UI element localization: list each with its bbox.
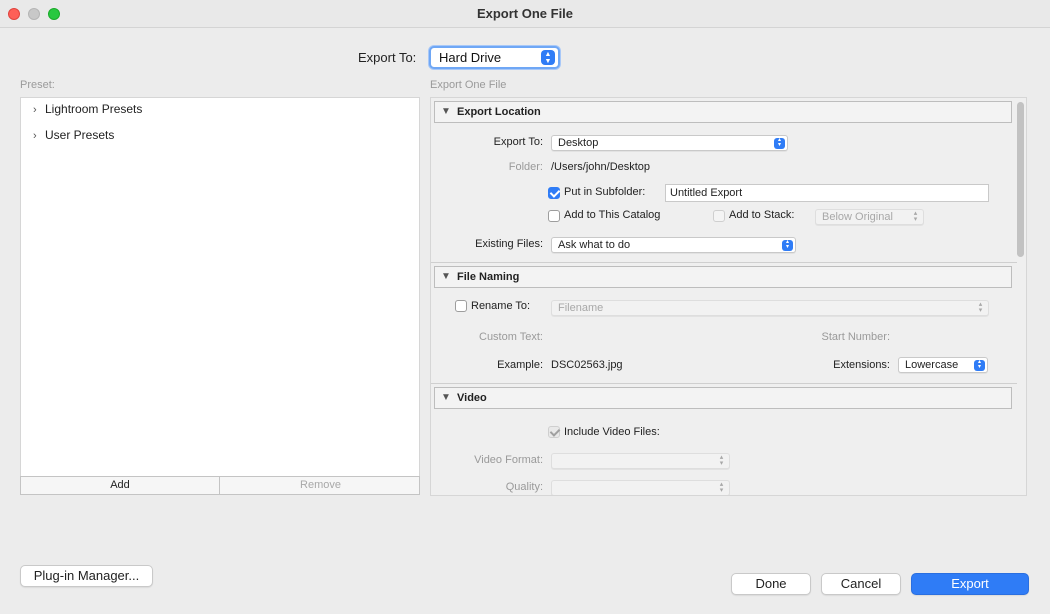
add-to-stack-checkbox[interactable]	[713, 210, 725, 222]
chevron-right-icon: ›	[33, 104, 37, 116]
preset-group-label: Lightroom Presets	[45, 102, 143, 116]
preset-group-lightroom[interactable]: › Lightroom Presets	[33, 102, 142, 116]
rename-to-checkbox[interactable]	[455, 300, 467, 312]
select-stepper-icon: ▴ ▾	[913, 210, 918, 223]
export-location-value: Desktop	[558, 137, 599, 149]
export-to-select[interactable]: Hard Drive ▲ ▼	[429, 46, 560, 69]
custom-text-label: Custom Text:	[479, 331, 543, 343]
quality-label: Quality:	[505, 481, 543, 493]
extensions-value: Lowercase	[905, 359, 959, 371]
remove-preset-button[interactable]: Remove	[221, 477, 420, 494]
select-stepper-icon: ▴ ▾	[974, 359, 985, 371]
select-stepper-icon: ▴ ▾	[719, 454, 724, 467]
chevron-right-icon: ›	[33, 130, 37, 142]
existing-files-value: Ask what to do	[558, 239, 631, 251]
add-to-stack-select[interactable]: Below Original ▴ ▾	[815, 209, 924, 225]
export-to-value: Hard Drive	[439, 50, 502, 65]
select-stepper-icon: ▴ ▾	[719, 481, 724, 494]
select-stepper-icon: ▴ ▾	[978, 301, 983, 314]
window-title: Export One File	[476, 6, 574, 21]
plugin-manager-button[interactable]: Plug-in Manager...	[20, 565, 153, 587]
preset-group-user[interactable]: › User Presets	[33, 128, 114, 142]
preset-button-bar: Add Remove	[20, 476, 420, 495]
preset-group-label: User Presets	[45, 128, 115, 142]
export-settings-panel[interactable]: ▼ Export Location Export To: Desktop ▴ ▾ …	[430, 97, 1027, 496]
folder-label: Folder:	[508, 161, 543, 173]
done-button[interactable]: Done	[731, 573, 811, 595]
section-title: Video	[457, 392, 487, 404]
subfolder-name-value: Untitled Export	[670, 187, 743, 199]
export-button[interactable]: Export	[911, 573, 1029, 595]
disclosure-triangle-icon: ▼	[441, 271, 451, 282]
cancel-button[interactable]: Cancel	[821, 573, 901, 595]
select-stepper-icon: ▴ ▾	[774, 137, 785, 149]
preset-list: › Lightroom Presets › User Presets	[20, 97, 420, 477]
title-bar: Export One File	[0, 0, 1050, 28]
section-title: File Naming	[457, 271, 520, 283]
extensions-label: Extensions:	[833, 359, 890, 371]
disclosure-triangle-icon: ▼	[441, 106, 451, 117]
export-location-select[interactable]: Desktop ▴ ▾	[551, 135, 788, 151]
settings-scrollbar[interactable]	[1016, 100, 1025, 494]
extensions-select[interactable]: Lowercase ▴ ▾	[898, 357, 988, 373]
section-title: Export Location	[457, 106, 541, 118]
rename-to-label: Rename To:	[471, 300, 531, 312]
quality-select[interactable]: ▴ ▾	[551, 480, 730, 495]
add-preset-button[interactable]: Add	[21, 477, 220, 494]
select-stepper-icon: ▲ ▼	[541, 50, 555, 65]
section-divider	[431, 383, 1017, 384]
file-naming-header[interactable]: ▼ File Naming	[434, 266, 1012, 288]
settings-caption: Export One File	[430, 79, 507, 91]
subfolder-label: Put in Subfolder:	[564, 186, 646, 198]
folder-path: /Users/john/Desktop	[551, 161, 651, 173]
example-label: Example:	[497, 359, 543, 371]
example-filename: DSC02563.jpg	[551, 359, 623, 371]
export-to-label: Export To:	[358, 50, 417, 65]
scrollbar-thumb[interactable]	[1017, 102, 1024, 257]
add-to-catalog-checkbox[interactable]	[548, 210, 560, 222]
video-header[interactable]: ▼ Video	[434, 387, 1012, 409]
subfolder-checkbox[interactable]	[548, 187, 560, 199]
preset-caption: Preset:	[20, 79, 55, 91]
video-format-select[interactable]: ▴ ▾	[551, 453, 730, 469]
start-number-label: Start Number:	[821, 331, 890, 343]
existing-files-label: Existing Files:	[475, 238, 543, 250]
export-location-export-to-label: Export To:	[493, 136, 543, 148]
video-format-label: Video Format:	[474, 454, 543, 466]
select-stepper-icon: ▴ ▾	[782, 239, 793, 251]
add-to-catalog-label: Add to This Catalog	[564, 209, 661, 221]
existing-files-select[interactable]: Ask what to do ▴ ▾	[551, 237, 796, 253]
rename-template-value: Filename	[558, 302, 604, 314]
add-to-stack-value: Below Original	[822, 211, 893, 223]
disclosure-triangle-icon: ▼	[441, 392, 451, 403]
subfolder-name-field[interactable]: Untitled Export	[665, 184, 989, 202]
export-location-header[interactable]: ▼ Export Location	[434, 101, 1012, 123]
include-video-label: Include Video Files:	[564, 426, 660, 438]
include-video-checkbox[interactable]	[548, 426, 560, 438]
section-divider	[431, 262, 1017, 263]
rename-template-select[interactable]: Filename ▴ ▾	[551, 300, 989, 316]
add-to-stack-label: Add to Stack:	[729, 209, 795, 221]
